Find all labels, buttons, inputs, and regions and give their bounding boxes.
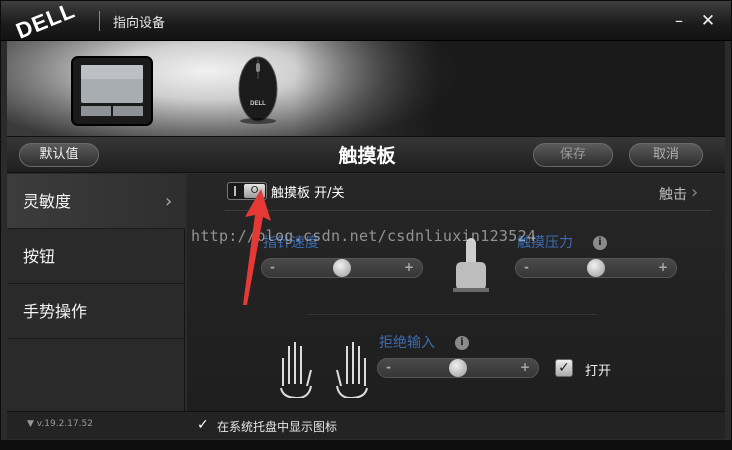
finger-press-icon [453,238,489,292]
info-icon[interactable]: i [593,236,607,250]
mouse-device-icon[interactable]: DELL [235,49,281,125]
slider-thumb[interactable] [333,259,351,277]
device-banner: DELL [7,41,725,137]
minimize-button[interactable]: – [669,11,689,31]
title-separator [99,11,100,31]
footer: ▼ v.19.2.17.52 ✓ 在系统托盘中显示图标 [7,411,725,439]
chevron-right-icon: › [691,182,699,203]
sidebar-item-gestures[interactable]: 手势操作 [7,284,185,339]
sidebar-item-label: 按钮 [23,247,56,266]
page-title: 触摸板 [338,145,396,167]
slider-minus: - [386,360,391,374]
divider [307,314,597,315]
header-row: 默认值 触摸板 保存 取消 [7,137,725,173]
window-title: 指向设备 [113,16,166,31]
reject-input-checkbox[interactable]: ✓ [555,359,573,377]
tap-link[interactable]: 触击 [659,184,687,204]
reject-input-slider[interactable]: - + [377,358,539,378]
default-button[interactable]: 默认值 [19,143,99,167]
title-bar: DELL 指向设备 – ✕ [1,0,731,44]
version-label: ▼ v.19.2.17.52 [27,419,93,429]
slider-plus: + [519,360,530,374]
svg-text:DELL: DELL [250,101,266,107]
slider-thumb[interactable] [449,359,467,377]
touchpad-toggle-label: 触摸板 开/关 [271,186,345,201]
toggle-off-mark [234,186,236,196]
slider-minus: - [524,260,529,274]
sidebar-item-label: 手势操作 [23,302,88,321]
annotation-arrow-icon [243,189,271,305]
tray-icon-label: 在系统托盘中显示图标 [217,420,338,434]
sidebar-item-buttons[interactable]: 按钮 [7,229,185,284]
save-button[interactable]: 保存 [533,143,613,167]
slider-plus: + [403,260,414,274]
touchpad-device-icon[interactable] [69,53,155,129]
sidebar-item-sensitivity[interactable]: 灵敏度 › [7,174,185,229]
sidebar: 灵敏度 › 按钮 手势操作 [7,174,185,411]
tap-pressure-slider[interactable]: - + [515,258,677,278]
slider-plus: + [657,260,668,274]
close-button[interactable]: ✕ [698,11,718,31]
info-icon[interactable]: i [455,336,469,350]
sidebar-item-label: 灵敏度 [23,192,72,211]
reject-input-open-label: 打开 [585,364,612,379]
palm-reject-hands-icon [280,342,368,398]
cancel-button[interactable]: 取消 [629,143,703,167]
chevron-right-icon: › [165,191,173,212]
window-bottom-edge [1,440,731,450]
dell-pointing-device-window: DELL 指向设备 – ✕ DELL 默认值 触摸板 保存 取消 灵敏度 › 按… [0,0,732,450]
reject-input-label: 拒绝输入 [379,335,435,351]
tray-icon-checkbox[interactable]: ✓ [197,418,211,432]
divider [225,210,711,211]
slider-thumb[interactable] [587,259,605,277]
dell-logo: DELL [12,0,79,44]
pointer-speed-slider[interactable]: - + [261,258,423,278]
